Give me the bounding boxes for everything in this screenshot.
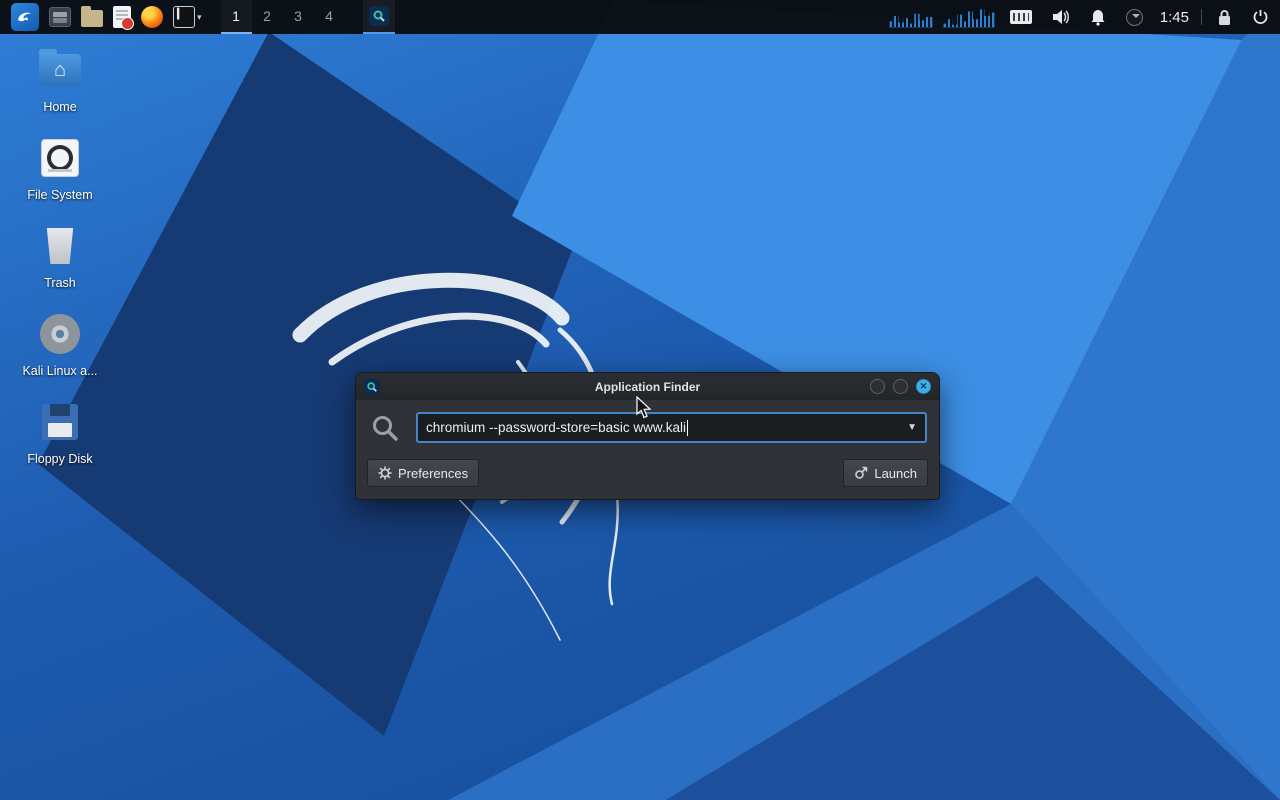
text-editor-launcher[interactable] [108,0,136,34]
window-title: Application Finder [356,380,939,394]
desktop-icon-kali-cd[interactable]: Kali Linux a... [18,312,102,378]
launch-label: Launch [874,466,917,481]
application-finder-icon [369,6,389,26]
keyboard-indicator[interactable] [1005,0,1037,34]
file-manager-icon [49,7,71,27]
desktop-icon-label: Home [43,100,76,114]
folder-launcher[interactable] [76,0,108,34]
window-titlebar[interactable]: Application Finder ✕ [356,373,939,400]
status-tray[interactable] [1121,0,1148,34]
volume-control[interactable] [1047,0,1075,34]
preferences-label: Preferences [398,466,468,481]
firefox-launcher[interactable] [136,0,168,34]
application-finder-window: Application Finder ✕ chromium --password… [355,372,940,500]
search-input-value: chromium --password-store=basic www.kali [426,420,686,435]
chevron-down-icon[interactable]: ▾ [197,12,202,23]
cpu-graph-widget[interactable] [889,6,933,28]
taskbar-application-finder[interactable] [363,0,395,34]
floppy-icon [42,404,78,440]
network-graph-widget[interactable] [943,6,995,28]
applications-menu-button[interactable] [6,0,44,34]
desktop-icon-home[interactable]: ⌂ Home [18,48,102,114]
volume-icon [1052,9,1070,25]
desktop-icon-floppy[interactable]: Floppy Disk [18,400,102,466]
preferences-button[interactable]: Preferences [367,459,479,487]
keyboard-icon [1010,10,1032,24]
trash-icon [45,228,75,264]
screen-lock-button[interactable] [1212,0,1237,34]
window-icon [364,379,380,395]
drive-icon [41,139,79,177]
workspace-3[interactable]: 3 [283,0,314,34]
status-icon [1126,9,1143,26]
close-button[interactable]: ✕ [916,379,931,394]
workspace-1[interactable]: 1 [221,0,252,34]
workspace-2[interactable]: 2 [252,0,283,34]
firefox-icon [141,6,163,28]
terminal-launcher[interactable]: ▍ ▾ [168,0,207,34]
search-icon [370,413,400,443]
top-panel: ▍ ▾ 1 2 3 4 1:45 [0,0,1280,34]
desktop-icon-label: File System [27,188,92,202]
bell-icon [1090,9,1106,26]
workspace-4[interactable]: 4 [314,0,345,34]
launch-icon [854,466,868,480]
workspace-switcher: 1 2 3 4 [221,0,345,34]
kali-logo-icon [11,3,39,31]
power-icon [1252,9,1269,26]
text-caret [687,420,688,436]
desktop-icon-label: Trash [44,276,76,290]
desktop-icon-file-system[interactable]: File System [18,136,102,202]
home-folder-icon: ⌂ [39,54,81,86]
panel-separator [1201,9,1202,25]
lock-icon [1217,9,1232,26]
folder-icon [81,10,103,27]
maximize-button[interactable] [893,379,908,394]
file-manager-launcher[interactable] [44,0,76,34]
search-input[interactable]: chromium --password-store=basic www.kali… [416,412,927,443]
document-icon [113,6,131,28]
notifications[interactable] [1085,0,1111,34]
minimize-button[interactable] [870,379,885,394]
launch-button[interactable]: Launch [843,459,928,487]
logout-button[interactable] [1247,0,1274,34]
desktop-icon-trash[interactable]: Trash [18,224,102,290]
history-dropdown-arrow-icon[interactable]: ▼ [907,422,917,433]
terminal-icon: ▍ [173,6,195,28]
clock[interactable]: 1:45 [1158,9,1191,26]
desktop-icon-label: Kali Linux a... [22,364,97,378]
disc-icon [40,314,80,354]
gear-icon [378,466,392,480]
desktop-icon-label: Floppy Disk [27,452,92,466]
desktop-icon-list: ⌂ Home File System Trash Kali Linux a...… [18,48,102,466]
